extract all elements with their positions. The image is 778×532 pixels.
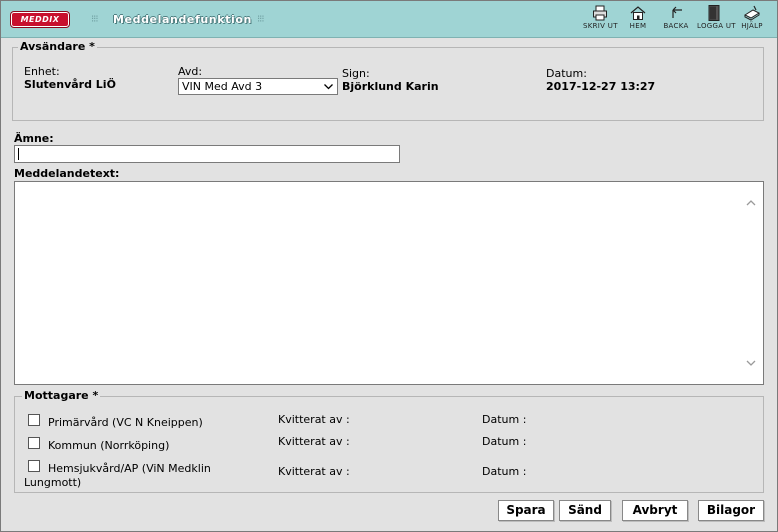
recipients-legend: Mottagare *: [22, 389, 101, 402]
message-textarea[interactable]: [14, 181, 764, 385]
back-label: BACKA: [663, 22, 689, 30]
date-value: 2017-12-27 13:27: [546, 80, 656, 93]
home-button[interactable]: HEM: [621, 5, 655, 30]
text-caret: [18, 148, 19, 160]
unit-value: Slutenvård LiÖ: [24, 78, 116, 91]
dept-label: Avd:: [178, 65, 203, 78]
attachments-button[interactable]: Bilagor: [698, 500, 764, 521]
date-label: Datum:: [546, 67, 587, 80]
help-button[interactable]: HJÄLP: [735, 5, 769, 30]
logout-label: LOGGA UT: [697, 22, 736, 30]
back-arrow-icon: [672, 6, 682, 18]
print-label: SKRIV UT: [583, 22, 618, 30]
cancel-button[interactable]: Avbryt: [622, 500, 688, 521]
grip-icon: ⁝⁝⁝: [91, 14, 98, 25]
recipient-date-label: Datum :: [482, 413, 527, 426]
save-button[interactable]: Spara: [498, 500, 554, 521]
sign-value: Björklund Karin: [342, 80, 439, 93]
home-label: HEM: [629, 22, 647, 30]
app-header: MEDDIX ⁝⁝⁝ Meddelandefunktion ⁝⁝⁝ SKRIV …: [1, 1, 777, 38]
scroll-down-icon[interactable]: [745, 358, 757, 368]
recipient-name: Primärvård (VC N Kneippen): [48, 416, 203, 429]
logout-button[interactable]: LOGGA UT: [697, 5, 736, 30]
recipient-name-line1: Hemsjukvård/AP (ViN Medklin: [48, 462, 211, 475]
help-book-icon: [744, 5, 760, 21]
dept-select[interactable]: VIN Med Avd 3: [178, 78, 338, 95]
recipient-date-label: Datum :: [482, 465, 527, 478]
logout-door-icon: [708, 5, 720, 21]
grip-icon: ⁝⁝⁝: [257, 14, 264, 25]
recipient-name: Kommun (Norrköping): [48, 439, 170, 452]
recipient-checkbox-primarvard[interactable]: [28, 414, 40, 426]
unit-label: Enhet:: [24, 65, 60, 78]
message-window: MEDDIX ⁝⁝⁝ Meddelandefunktion ⁝⁝⁝ SKRIV …: [0, 0, 778, 532]
meddix-logo: MEDDIX: [11, 12, 69, 27]
dept-select-value: VIN Med Avd 3: [182, 80, 263, 93]
subject-input[interactable]: [14, 145, 400, 163]
app-title: Meddelandefunktion: [113, 13, 252, 26]
printer-icon: [593, 5, 607, 21]
sender-legend: Avsändare *: [18, 40, 97, 53]
scroll-up-icon[interactable]: [745, 198, 757, 208]
recipient-checkbox-hemsjukvard[interactable]: [28, 460, 40, 472]
send-button[interactable]: Sänd: [559, 500, 611, 521]
recipient-name-line2: Lungmott): [24, 476, 82, 489]
recipient-checkbox-kommun[interactable]: [28, 437, 40, 449]
acknowledged-by-label: Kvitterat av :: [278, 465, 350, 478]
chevron-down-icon: [324, 84, 333, 90]
print-button[interactable]: SKRIV UT: [583, 5, 617, 30]
subject-label: Ämne:: [14, 132, 54, 145]
back-button[interactable]: BACKA: [659, 5, 693, 30]
toolbar: SKRIV UT HEM BACKA LOGGA UT HJÄLP: [583, 5, 769, 30]
acknowledged-by-label: Kvitterat av :: [278, 435, 350, 448]
help-label: HJÄLP: [741, 22, 763, 30]
acknowledged-by-label: Kvitterat av :: [278, 413, 350, 426]
message-text-label: Meddelandetext:: [14, 167, 120, 180]
sign-label: Sign:: [342, 67, 370, 80]
home-icon: [630, 6, 646, 20]
recipient-date-label: Datum :: [482, 435, 527, 448]
